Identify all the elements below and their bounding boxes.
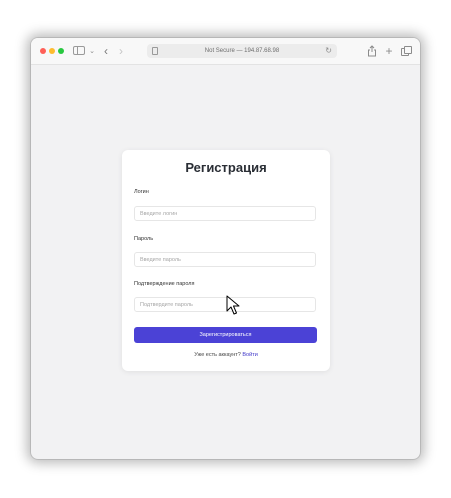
chevron-down-icon[interactable]: ⌄ (88, 45, 96, 59)
zoom-window-button[interactable] (58, 48, 64, 54)
mouse-cursor-icon (226, 295, 240, 315)
login-prompt: Уже есть аккаунт? Войти (122, 352, 330, 358)
password-label: Пароль (134, 236, 154, 242)
back-icon[interactable]: ‹ (101, 44, 111, 58)
share-icon[interactable] (367, 44, 377, 58)
new-tab-icon[interactable]: + (384, 44, 394, 58)
registration-card: Регистрация Логин Пароль Подтверждение п… (122, 150, 330, 371)
login-link[interactable]: Войти (242, 352, 257, 358)
page-title: Регистрация (185, 160, 267, 175)
login-input[interactable] (134, 206, 316, 221)
reload-icon[interactable]: ↻ (325, 44, 332, 58)
tabs-overview-icon[interactable] (401, 46, 412, 56)
browser-toolbar: ⌄ ‹ › Not Secure — 194.87.68.98 ↻ + (31, 38, 420, 65)
login-label: Логин (134, 189, 149, 195)
forward-icon[interactable]: › (116, 44, 126, 58)
confirm-password-label: Подтверждение пароля (134, 281, 195, 287)
close-window-button[interactable] (40, 48, 46, 54)
password-input[interactable] (134, 252, 316, 267)
minimize-window-button[interactable] (49, 48, 55, 54)
sidebar-icon[interactable] (73, 46, 85, 55)
address-bar[interactable]: Not Secure — 194.87.68.98 ↻ (147, 44, 337, 58)
register-button[interactable]: Зарегистрироваться (134, 327, 317, 343)
address-text: Not Secure — 194.87.68.98 (204, 48, 280, 54)
have-account-text: Уже есть аккаунт? (194, 352, 241, 358)
browser-window: ⌄ ‹ › Not Secure — 194.87.68.98 ↻ + Реги… (31, 38, 420, 459)
confirm-password-input[interactable] (134, 297, 316, 312)
